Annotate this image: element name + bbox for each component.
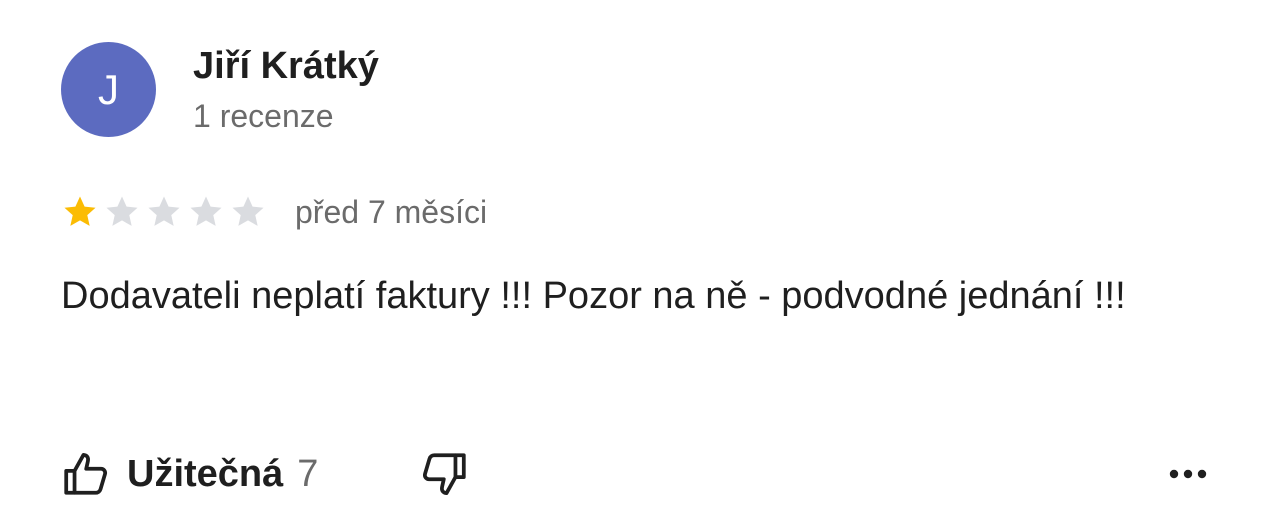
avatar[interactable]: J <box>61 42 156 137</box>
star-filled-icon <box>64 196 96 226</box>
star-empty-icon <box>148 196 180 226</box>
more-horizontal-icon <box>1169 469 1207 479</box>
review-date: před 7 měsíci <box>295 193 488 230</box>
review-text: Dodavateli neplatí faktury !!! Pozor na … <box>61 275 1126 317</box>
helpful-button[interactable]: Užitečná 7 <box>61 449 318 499</box>
star-rating <box>61 193 271 231</box>
more-options-button[interactable] <box>1166 456 1210 492</box>
unhelpful-button[interactable] <box>419 449 469 499</box>
helpful-label: Užitečná <box>127 452 284 495</box>
star-empty-icon <box>106 196 138 226</box>
review-actions: Užitečná 7 <box>61 446 466 502</box>
thumbs-up-icon <box>64 452 108 495</box>
thumbs-down-icon <box>422 453 466 496</box>
rating-row: před 7 měsíci <box>61 190 487 234</box>
star-empty-icon <box>190 196 222 226</box>
author-review-count: 1 recenze <box>193 98 334 134</box>
review-card: J Jiří Krátký 1 recenze před 7 měsíci Do… <box>0 0 1284 529</box>
author-name[interactable]: Jiří Krátký <box>193 45 379 88</box>
star-empty-icon <box>232 196 264 226</box>
avatar-initial: J <box>98 65 119 113</box>
helpful-count: 7 <box>297 452 319 495</box>
